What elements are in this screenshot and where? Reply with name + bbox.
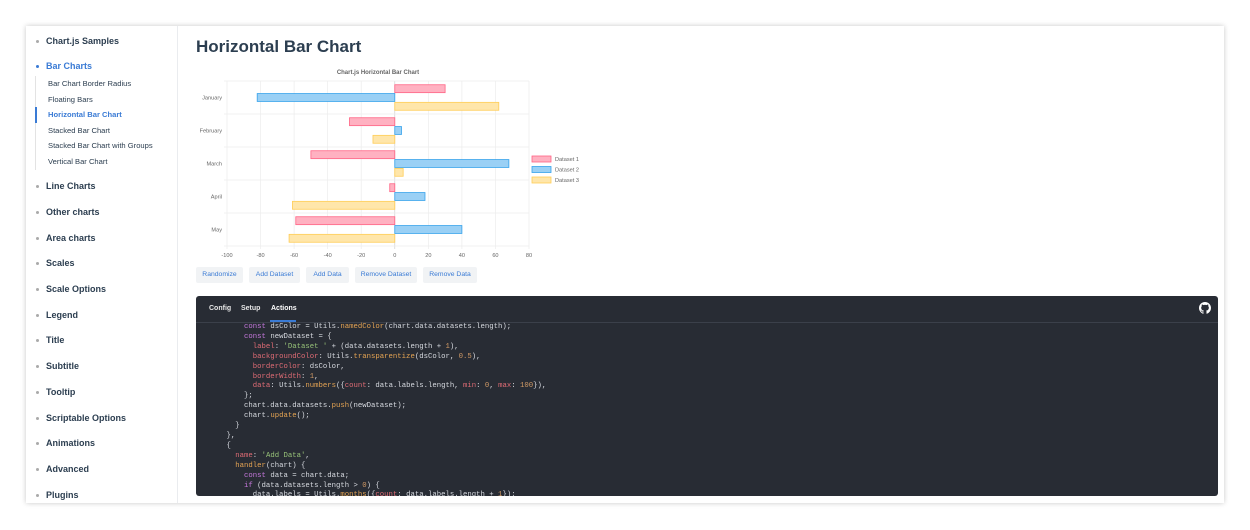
sidebar-item-subtitle[interactable]: Subtitle [26,358,177,374]
bullet-icon [36,417,39,420]
tab-config[interactable]: Config [209,305,231,312]
bar-dataset-2 [256,93,396,102]
sidebar-item-horizontal-bar-chart[interactable]: Horizontal Bar Chart [35,107,178,123]
bullet-icon [36,314,39,317]
sidebar-submenu: Bar Chart Border Radius Floating Bars Ho… [35,76,178,170]
legend-label: Dataset 2 [555,168,579,174]
sidebar-item-legend[interactable]: Legend [26,307,177,323]
sidebar-item-line-charts[interactable]: Line Charts [26,178,177,194]
sidebar-section-bar-charts[interactable]: Bar Charts Bar Chart Border Radius Float… [26,58,177,170]
bullet-icon [36,494,39,497]
sidebar-item-bar-chart-border-radius[interactable]: Bar Chart Border Radius [36,76,178,92]
bar-dataset-3 [394,101,500,111]
code-tabs: Config Setup Actions [196,296,1218,323]
y-tick-label: January [202,96,222,102]
active-tab-indicator [270,320,296,322]
y-tick-label: May [211,228,222,234]
bar-dataset-3 [292,200,396,210]
x-tick-label: -80 [257,253,265,259]
remove-data-button[interactable]: Remove Data [423,267,477,283]
github-icon[interactable] [1199,302,1211,314]
bullet-icon [36,468,39,471]
bar-dataset-2 [394,159,510,168]
bar-dataset-3 [394,167,404,177]
code-panel: Config Setup Actions const dsColor = Uti… [196,296,1218,496]
bar-dataset-2 [394,225,463,234]
y-tick-label: April [211,195,222,201]
sidebar-item-plugins[interactable]: Plugins [26,487,177,503]
bar-dataset-1 [310,150,396,160]
sidebar: Chart.js Samples Bar Charts Bar Chart Bo… [26,26,178,503]
bar-dataset-1 [295,216,396,226]
sidebar-item-vertical-bar-chart[interactable]: Vertical Bar Chart [36,154,178,170]
x-tick-label: 80 [526,253,532,259]
bullet-icon [36,288,39,291]
page-title: Horizontal Bar Chart [196,37,362,56]
x-tick-label: 40 [459,253,465,259]
bar-dataset-1 [389,183,396,193]
tab-actions[interactable]: Actions [271,305,297,312]
x-tick-label: -20 [357,253,365,259]
legend-label: Dataset 1 [555,157,579,163]
sidebar-item-stacked-bar-chart-groups[interactable]: Stacked Bar Chart with Groups [36,138,178,154]
bullet-icon [36,211,39,214]
x-tick-label: -40 [324,253,332,259]
bullet-icon [36,365,39,368]
bar-dataset-3 [288,233,396,243]
randomize-button[interactable]: Randomize [196,267,243,283]
y-tick-label: March [206,162,222,168]
chart-title: Chart.js Horizontal Bar Chart [337,70,419,76]
bar-dataset-2 [394,126,402,135]
legend-swatch [531,166,552,173]
sidebar-item-tooltip[interactable]: Tooltip [26,384,177,400]
add-data-button[interactable]: Add Data [306,267,349,283]
bar-dataset-2 [394,192,426,201]
bullet-icon [36,40,39,43]
code-block[interactable]: const dsColor = Utils.namedColor(chart.d… [209,323,547,496]
sidebar-item-area-charts[interactable]: Area charts [26,230,177,246]
horizontal-bar-chart[interactable]: Chart.js Horizontal Bar Chart -100 -80 -60 -… [196,66,616,262]
bullet-icon [36,65,39,68]
bullet-icon [36,442,39,445]
sidebar-item-floating-bars[interactable]: Floating Bars [36,92,178,108]
remove-dataset-button[interactable]: Remove Dataset [355,267,417,283]
bar-dataset-1 [349,117,396,127]
bar-dataset-1 [394,84,446,94]
sidebar-item-scale-options[interactable]: Scale Options [26,281,177,297]
legend-label: Dataset 3 [555,178,579,184]
bar-dataset-3 [372,134,396,144]
y-tick-label: February [200,129,223,135]
sidebar-item-other-charts[interactable]: Other charts [26,204,177,220]
sidebar-item-scales[interactable]: Scales [26,255,177,271]
sidebar-item-stacked-bar-chart[interactable]: Stacked Bar Chart [36,123,178,139]
bullet-icon [36,339,39,342]
bullet-icon [36,391,39,394]
bullet-icon [36,262,39,265]
legend-swatch [531,155,552,163]
add-dataset-button[interactable]: Add Dataset [249,267,300,283]
legend-swatch [531,176,552,184]
sidebar-item-title[interactable]: Title [26,332,177,348]
sidebar-item-advanced[interactable]: Advanced [26,461,177,477]
x-tick-label: 20 [425,253,431,259]
sidebar-item-animations[interactable]: Animations [26,435,177,451]
bullet-icon [36,185,39,188]
main-content: Horizontal Bar Chart Chart.js Horizontal… [178,26,1224,503]
bullet-icon [36,237,39,240]
sidebar-item-chartjs-samples[interactable]: Chart.js Samples [26,33,177,49]
tab-setup[interactable]: Setup [241,305,260,312]
x-tick-label: 0 [393,253,396,259]
x-tick-label: -60 [290,253,298,259]
x-tick-label: -100 [221,253,232,259]
sidebar-item-scriptable-options[interactable]: Scriptable Options [26,410,177,426]
browser-frame: Chart.js Samples Bar Charts Bar Chart Bo… [26,26,1224,503]
x-tick-label: 60 [492,253,498,259]
